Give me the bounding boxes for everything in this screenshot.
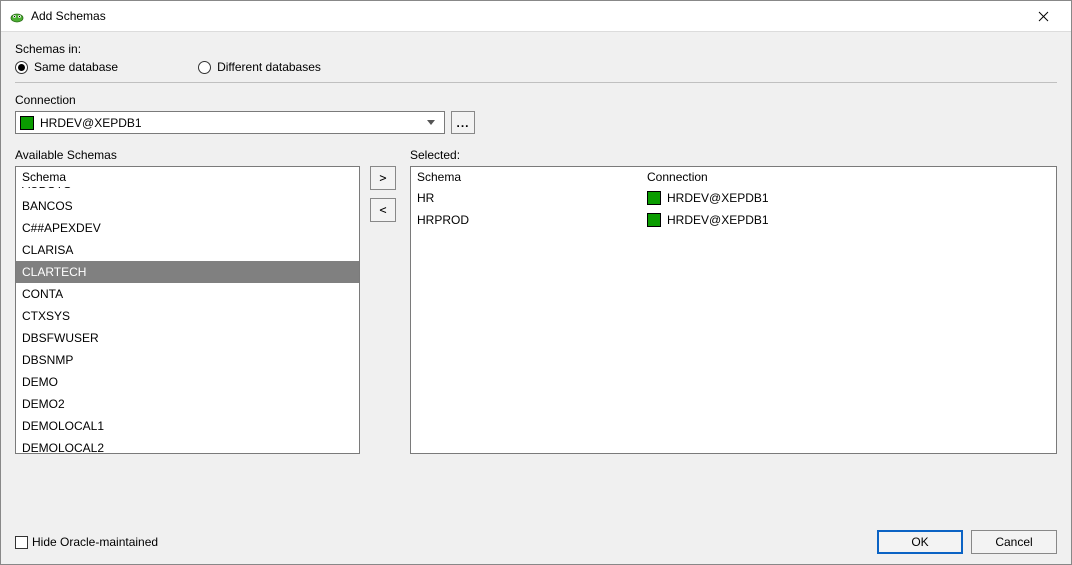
available-label: Available Schemas	[15, 148, 360, 162]
connection-color-swatch	[20, 116, 34, 130]
close-button[interactable]	[1023, 2, 1063, 30]
list-item[interactable]: C##APEXDEV	[16, 217, 359, 239]
radio-icon	[198, 61, 211, 74]
selected-listbox: SchemaConnectionHR HRDEV@XEPDB1 HRPROD HRDE…	[410, 166, 1057, 454]
selected-row-connection[interactable]: HRDEV@XEPDB1	[641, 209, 1056, 231]
list-item[interactable]: DBSFWUSER	[16, 327, 359, 349]
selected-header-connection: Connection	[641, 167, 1056, 187]
ellipsis-icon: ...	[456, 116, 469, 130]
dialog-window: Add Schemas Schemas in: Same database Di…	[0, 0, 1072, 565]
selected-table[interactable]: SchemaConnectionHR HRDEV@XEPDB1 HRPROD HRDE…	[411, 167, 1056, 231]
chevron-right-icon: >	[379, 171, 386, 185]
cancel-button[interactable]: Cancel	[971, 530, 1057, 554]
selected-label: Selected:	[410, 148, 1057, 162]
connection-browse-button[interactable]: ...	[451, 111, 475, 134]
ok-button[interactable]: OK	[877, 530, 963, 554]
window-title: Add Schemas	[31, 9, 1023, 23]
radio-label: Different databases	[217, 60, 321, 74]
radio-same-database[interactable]: Same database	[15, 60, 118, 74]
list-item[interactable]: DBSNMP	[16, 349, 359, 371]
list-item[interactable]: CLARISA	[16, 239, 359, 261]
list-item[interactable]: CONTA	[16, 283, 359, 305]
list-item[interactable]: CTXSYS	[16, 305, 359, 327]
dialog-footer: Hide Oracle-maintained OK Cancel	[15, 530, 1057, 554]
available-listbox: Schema AUDSYSBANCOSC##APEXDEVCLARISACLAR…	[15, 166, 360, 454]
connection-value: HRDEV@XEPDB1	[40, 116, 416, 130]
list-item[interactable]: CLARTECH	[16, 261, 359, 283]
connection-row: HRDEV@XEPDB1 ...	[15, 111, 1057, 134]
available-header: Schema	[16, 167, 359, 187]
checkbox-icon	[15, 536, 28, 549]
radio-icon	[15, 61, 28, 74]
chevron-down-icon	[422, 112, 440, 133]
connection-color-swatch	[647, 213, 661, 227]
remove-from-selected-button[interactable]: <	[370, 198, 396, 222]
move-buttons-column: > <	[370, 148, 400, 520]
add-to-selected-button[interactable]: >	[370, 166, 396, 190]
list-item[interactable]: DEMOLOCAL2	[16, 437, 359, 453]
button-label: OK	[911, 535, 928, 549]
selected-header-schema: Schema	[411, 167, 641, 187]
list-item[interactable]: AUDSYS	[16, 187, 359, 195]
selected-row-schema[interactable]: HRPROD	[411, 209, 641, 231]
connection-dropdown[interactable]: HRDEV@XEPDB1	[15, 111, 445, 134]
titlebar: Add Schemas	[1, 1, 1071, 31]
radio-different-databases[interactable]: Different databases	[198, 60, 321, 74]
list-item[interactable]: DEMO	[16, 371, 359, 393]
available-list-body[interactable]: AUDSYSBANCOSC##APEXDEVCLARISACLARTECHCON…	[16, 187, 359, 453]
selected-row-connection[interactable]: HRDEV@XEPDB1	[641, 187, 1056, 209]
chevron-left-icon: <	[379, 203, 386, 217]
app-icon	[9, 8, 25, 24]
button-label: Cancel	[995, 535, 1032, 549]
connection-color-swatch	[647, 191, 661, 205]
list-item[interactable]: DEMO2	[16, 393, 359, 415]
checkbox-label: Hide Oracle-maintained	[32, 535, 158, 549]
dialog-content: Schemas in: Same database Different data…	[1, 31, 1071, 564]
schemas-in-label: Schemas in:	[15, 42, 1057, 56]
list-item[interactable]: DEMOLOCAL1	[16, 415, 359, 437]
radio-label: Same database	[34, 60, 118, 74]
selected-column: Selected: SchemaConnectionHR HRDEV@XEPDB1…	[410, 148, 1057, 520]
radio-group-schemas-in: Same database Different databases	[15, 60, 1057, 83]
available-column: Available Schemas Schema AUDSYSBANCOSC##…	[15, 148, 360, 520]
lists-row: Available Schemas Schema AUDSYSBANCOSC##…	[15, 148, 1057, 520]
selected-row-schema[interactable]: HR	[411, 187, 641, 209]
connection-label: Connection	[15, 93, 1057, 107]
list-item[interactable]: BANCOS	[16, 195, 359, 217]
connection-text: HRDEV@XEPDB1	[667, 211, 769, 229]
hide-oracle-checkbox[interactable]: Hide Oracle-maintained	[15, 535, 158, 549]
connection-text: HRDEV@XEPDB1	[667, 189, 769, 207]
